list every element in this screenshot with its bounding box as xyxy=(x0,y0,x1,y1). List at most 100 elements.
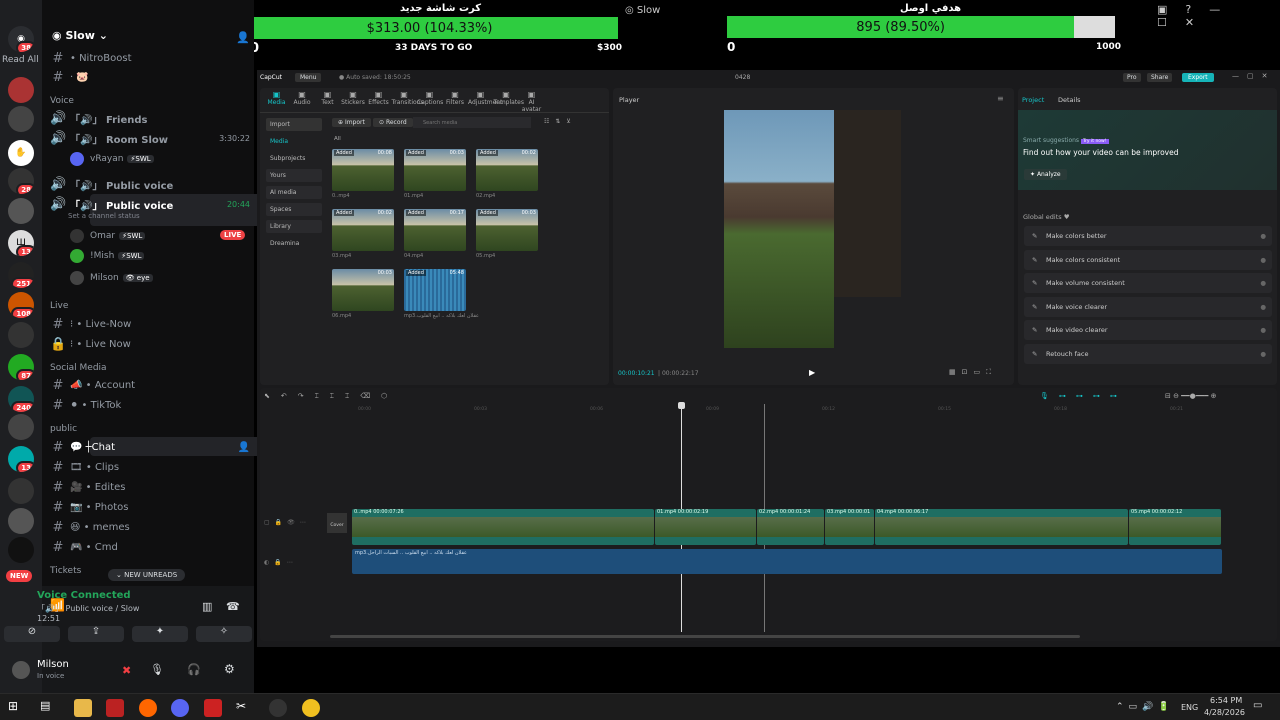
voice-user-mish[interactable]: !Mish ⚡SWL xyxy=(70,248,145,264)
nav-library[interactable]: Library xyxy=(266,220,322,233)
toolbar-captions[interactable]: ▣ Captions xyxy=(417,90,443,106)
clock-time[interactable]: 6:54 PM xyxy=(1210,696,1242,705)
nav-subprojects[interactable]: Subprojects xyxy=(266,152,322,165)
toolbar-transitions[interactable]: ▣ Transitions xyxy=(392,90,424,106)
capcut-window-controls[interactable]: —▢✕ xyxy=(1232,72,1275,80)
voice-channel-public-1[interactable]: 🔊 「🔊」 Public voice xyxy=(50,175,250,193)
media-thumbnail[interactable]: Added 05:48 xyxy=(404,269,466,311)
voice-user[interactable]: vRayan ⚡SWL xyxy=(70,151,154,167)
screen-share-icon[interactable]: ⇪ xyxy=(68,626,124,642)
toolbar-filters[interactable]: ▣ Filters xyxy=(443,90,468,106)
channel-live-now-2[interactable]: 🔒 ⁝ • Live Now xyxy=(50,335,250,353)
timeline-right-tools[interactable]: 🎙⊶⊶⊶⊶ xyxy=(1040,392,1127,400)
server-icon[interactable]: ✋ xyxy=(8,140,34,166)
headphones-icon[interactable]: 🎧 xyxy=(187,663,201,676)
add-member-icon[interactable]: 👤 xyxy=(236,31,250,44)
media-thumbnail[interactable]: Added 00:02 xyxy=(332,209,394,251)
video-clip[interactable]: 0..mp4 00:00:07:26 xyxy=(352,509,654,545)
view-sort-filter-icons[interactable]: ☷⇅⊻ xyxy=(544,118,577,125)
server-icon[interactable] xyxy=(8,77,34,103)
nav-media[interactable]: Media xyxy=(266,135,322,148)
settings-gear-icon[interactable]: ⚙ xyxy=(224,662,235,676)
player-controls-icons[interactable]: ▦⊡▭⛶ xyxy=(949,368,997,377)
category-live[interactable]: Live xyxy=(50,301,68,311)
adobe-icon[interactable] xyxy=(204,699,222,717)
voice-channel-friends[interactable]: 🔊 「🔊」 Friends xyxy=(50,109,250,127)
chrome-icon[interactable] xyxy=(302,699,320,717)
toolbar-media[interactable]: ▣ Media xyxy=(264,90,289,106)
channel-clips[interactable]: # 🎞 • Clips xyxy=(50,458,250,476)
microphone-icon[interactable]: 🎙 xyxy=(150,663,164,676)
nav-import[interactable]: Import xyxy=(266,118,322,131)
channel-nitroboost[interactable]: # • NitroBoost xyxy=(50,49,250,67)
all-filter[interactable]: All xyxy=(334,136,341,142)
new-unreads-pill[interactable]: ⌄ NEW UNREADS xyxy=(108,569,186,581)
camera-off-icon[interactable]: ⊘ xyxy=(4,626,60,642)
server-icon[interactable] xyxy=(8,198,34,224)
toolbar-stickers[interactable]: ▣ Stickers xyxy=(341,90,366,106)
notifications-icon[interactable]: ▭ xyxy=(1253,700,1262,711)
channel-photos[interactable]: # 📷 • Photos xyxy=(50,498,250,516)
category-tickets[interactable]: Tickets xyxy=(50,566,81,576)
nav-ai-media[interactable]: AI media xyxy=(266,186,322,199)
video-track-controls[interactable]: ▢🔒👁⋯ xyxy=(264,519,311,526)
export-button[interactable]: Export xyxy=(1182,73,1214,82)
video-preview[interactable] xyxy=(724,110,834,348)
server-icon[interactable]: 87 xyxy=(8,354,34,380)
window-controls[interactable]: ▣?—☐✕ xyxy=(1157,3,1280,29)
channel-edites[interactable]: # 🎥 • Edites xyxy=(50,478,250,496)
timeline-tools[interactable]: ⬉↶↷⌶⌶⌶⌫⬡ xyxy=(264,392,398,401)
media-thumbnail[interactable]: Added 00:02 xyxy=(476,149,538,191)
server-icon[interactable] xyxy=(8,478,34,504)
tab-details[interactable]: Details xyxy=(1058,96,1081,104)
server-icon[interactable]: 240 xyxy=(8,386,34,412)
nav-yours[interactable]: Yours xyxy=(266,169,322,182)
category-public[interactable]: public xyxy=(50,424,77,434)
activities-icon[interactable]: ✦ xyxy=(132,626,188,642)
toolbar-text[interactable]: ▣ Text xyxy=(315,90,340,106)
category-voice[interactable]: Voice xyxy=(50,96,74,106)
user-avatar[interactable] xyxy=(12,661,30,679)
server-icon[interactable]: Ш 13 xyxy=(8,230,34,256)
menu-button[interactable]: Menu xyxy=(295,73,322,82)
server-icon[interactable]: 108 xyxy=(8,292,34,318)
channel-tiktok[interactable]: # ⚫ • TikTok xyxy=(50,396,250,414)
task-view-icon[interactable]: ▤ xyxy=(40,699,58,717)
app-icon[interactable] xyxy=(106,699,124,717)
channel-cmd[interactable]: # 🎮 • Cmd xyxy=(50,538,250,556)
media-thumbnail[interactable]: Added 00:03 xyxy=(404,149,466,191)
media-thumbnail[interactable]: Added 00:03 xyxy=(476,209,538,251)
import-button[interactable]: ⊕ Import xyxy=(332,118,371,127)
global-edit-item[interactable]: ✎ Make colors better ● xyxy=(1024,226,1272,246)
server-icon[interactable] xyxy=(8,508,34,534)
file-explorer-icon[interactable] xyxy=(74,699,92,717)
toolbar-audio[interactable]: ▣ Audio xyxy=(290,90,315,106)
global-edit-item[interactable]: ✎ Make colors consistent ● xyxy=(1024,249,1272,270)
toolbar-effects[interactable]: ▣ Effects xyxy=(366,90,391,106)
voice-channel-public-active[interactable]: 🔊 「🔊」 Public voice 20:44 xyxy=(50,195,250,213)
global-edit-item[interactable]: ✎ Make volume consistent ● xyxy=(1024,273,1272,293)
server-icon[interactable] xyxy=(8,322,34,348)
video-clip[interactable]: 04.mp4 00:00:06:17 xyxy=(875,509,1128,545)
server-icon[interactable] xyxy=(8,537,34,563)
audio-clip[interactable]: mp3.عقلان لعك بلاكه .. ابيع القلوب .. ال… xyxy=(352,549,1222,574)
media-thumbnail[interactable]: 00:03 xyxy=(332,269,394,311)
toolbar-ai-avatar[interactable]: ▣ AI avatar xyxy=(519,90,544,113)
media-thumbnail[interactable]: Added 00:08 xyxy=(332,149,394,191)
server-icon[interactable]: 13 xyxy=(8,446,34,472)
share-button[interactable]: Share xyxy=(1147,73,1173,82)
channel-account[interactable]: # 📣 • Account xyxy=(50,376,250,394)
voice-user-omar[interactable]: Omar ⚡SWL xyxy=(70,228,146,244)
channel-memes[interactable]: # 😆 • memes xyxy=(50,518,250,536)
media-thumbnail[interactable]: Added 00:17 xyxy=(404,209,466,251)
player-menu-icon[interactable]: ≡ xyxy=(997,94,1004,103)
search-media-input[interactable] xyxy=(413,117,531,128)
system-tray-icons[interactable]: ⌃▭🔊🔋 xyxy=(1116,702,1174,712)
soundboard-icon[interactable]: ✧ xyxy=(196,626,252,642)
zoom-controls[interactable]: ⊟ ⊖ ━━●━━━ ⊕ xyxy=(1165,392,1216,400)
voice-location[interactable]: 「🔊」 Public voice / Slow xyxy=(37,603,139,614)
read-all-button[interactable]: Read All xyxy=(2,55,39,65)
timeline-scrollbar[interactable] xyxy=(330,635,1080,638)
server-icon[interactable]: 28 xyxy=(8,168,34,194)
language-indicator[interactable]: ENG xyxy=(1181,703,1198,712)
